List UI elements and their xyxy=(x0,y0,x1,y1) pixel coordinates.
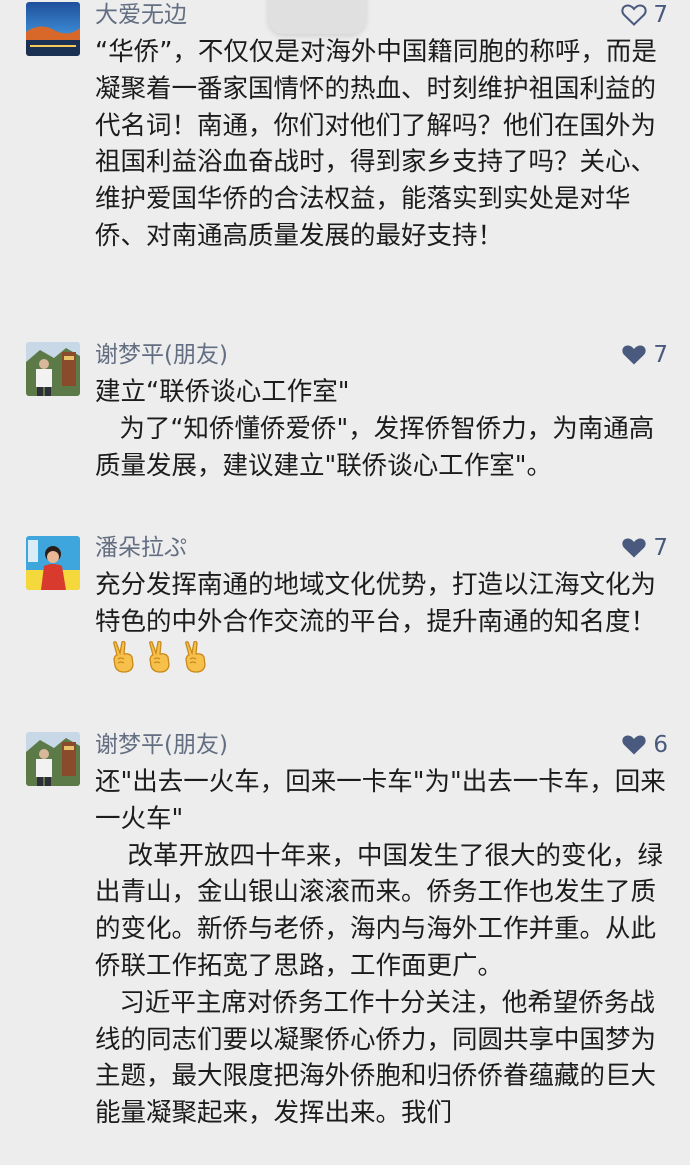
comment-text: “华侨”，不仅仅是对海外中国籍同胞的称呼，而是凝聚着一番家国情怀的热血、时刻维护… xyxy=(95,34,670,255)
comment-paragraph: 建立“联侨谈心工作室" xyxy=(95,377,350,407)
comment-paragraph: 改革开放四十年来，中国发生了很大的变化，绿出青山，金山银山滚滚而来。侨务工作也发… xyxy=(95,840,663,981)
comment-paragraph-text: 充分发挥南通的地域文化优势，打造以江海文化为特色的中外合作交流的平台，提升南通的… xyxy=(95,570,657,637)
comment-text: 建立“联侨谈心工作室" 为了“知侨懂侨爱侨"，发挥侨智侨力，为南通高质量发展，建… xyxy=(95,374,670,484)
victory-hand-emoji xyxy=(181,640,211,684)
comment-author[interactable]: 谢梦平(朋友) xyxy=(95,730,228,760)
comment-paragraph: 为了“知侨懂侨爱侨"，发挥侨智侨力，为南通高质量发展，建议建立"联侨谈心工作室"… xyxy=(95,413,655,481)
like-button[interactable]: 7 xyxy=(621,0,668,30)
comment-paragraph: 充分发挥南通的地域文化优势，打造以江海文化为特色的中外合作交流的平台，提升南通的… xyxy=(95,567,670,683)
comment-paragraph: 习近平主席对侨务工作十分关注，他希望侨务战线的同志们要以凝聚侨心侨力，同圆共享中… xyxy=(95,987,657,1129)
like-count: 7 xyxy=(653,535,668,561)
like-count: 7 xyxy=(653,342,668,368)
comment-text: 充分发挥南通的地域文化优势，打造以江海文化为特色的中外合作交流的平台，提升南通的… xyxy=(95,567,670,683)
like-count: 6 xyxy=(653,732,668,758)
floating-overlay-handle[interactable] xyxy=(268,0,366,34)
avatar[interactable] xyxy=(26,536,80,590)
victory-hand-emoji xyxy=(145,640,175,684)
comment-text: 还"出去一火车，回来一卡车"为"出去一卡车，回来一火车" 改革开放四十年来，中国… xyxy=(95,764,670,1132)
heart-outline-icon xyxy=(621,4,647,26)
like-button[interactable]: 7 xyxy=(621,533,668,563)
comment-paragraph: 还"出去一火车，回来一卡车"为"出去一卡车，回来一火车" xyxy=(95,767,666,834)
like-button[interactable]: 6 xyxy=(621,730,668,760)
comment-author[interactable]: 谢梦平(朋友) xyxy=(95,340,228,370)
victory-hand-emoji xyxy=(109,640,139,684)
avatar[interactable] xyxy=(26,342,80,396)
comment-author[interactable]: 潘朵拉ぷ xyxy=(95,533,187,563)
heart-filled-icon xyxy=(621,537,647,559)
heart-filled-icon xyxy=(621,734,647,756)
heart-filled-icon xyxy=(621,344,647,366)
emoji-group xyxy=(109,640,211,684)
avatar[interactable] xyxy=(26,732,80,786)
comment-paragraph: “华侨”，不仅仅是对海外中国籍同胞的称呼，而是凝聚着一番家国情怀的热血、时刻维护… xyxy=(95,37,657,251)
comments-page: 大爱无边 7 “华侨”，不仅仅是对海外中国籍同胞的称呼，而是凝聚着一番家国情怀的… xyxy=(0,0,690,1165)
like-count: 7 xyxy=(653,2,668,28)
avatar[interactable] xyxy=(26,2,80,56)
like-button[interactable]: 7 xyxy=(621,340,668,370)
comment-author[interactable]: 大爱无边 xyxy=(95,0,187,30)
